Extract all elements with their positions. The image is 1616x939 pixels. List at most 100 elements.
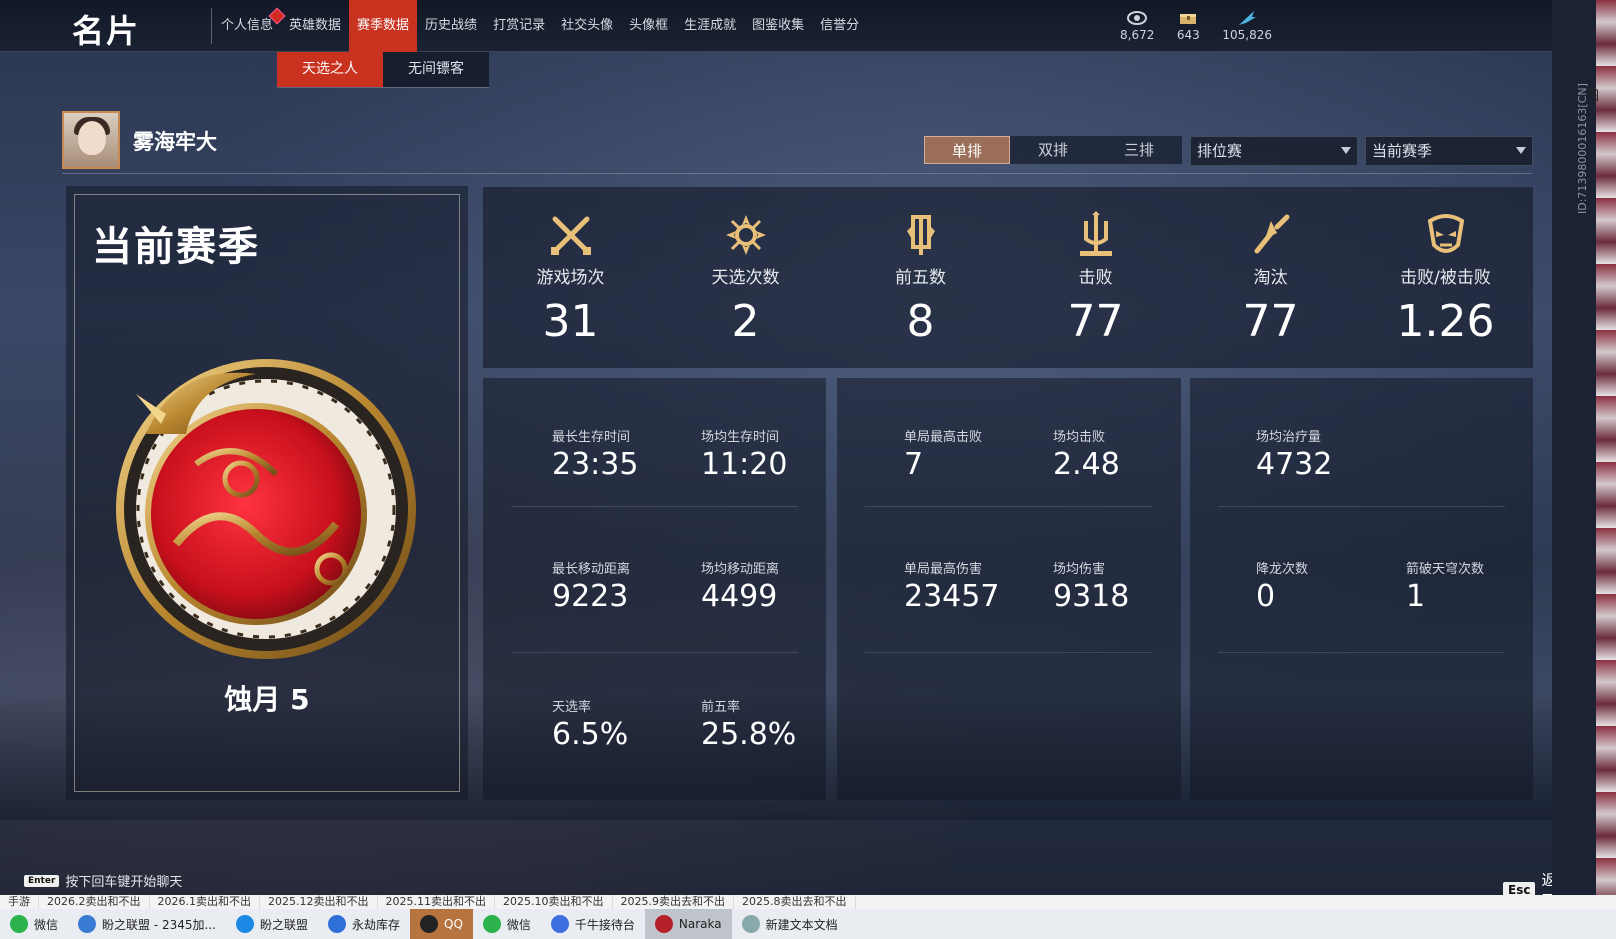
currency-feathers[interactable]: 105,826 [1222, 8, 1272, 42]
stat-label: 天选次数 [711, 268, 780, 288]
stat-kills: 击败 77 [1008, 187, 1183, 368]
taskbar-item[interactable]: 盼之联盟 [226, 909, 318, 939]
bookmark-item[interactable]: 2025.11卖出和不出 [378, 895, 495, 909]
taskbar-item[interactable]: 微信 [0, 909, 68, 939]
stat-value: 77 [1067, 296, 1124, 347]
top-navigation-bar: 名片 个人信息 英雄数据 赛季数据 历史战绩 打赏记录 社交头像 头像框 生涯成… [0, 0, 1552, 52]
stat-max-kills: 单局最高击败 7 [904, 426, 982, 482]
bookmark-item[interactable]: 2025.10卖出和不出 [495, 895, 613, 909]
chat-hint[interactable]: Enter 按下回车键开始聊天 [24, 871, 182, 890]
stat-avg-heal: 场均治疗量 4732 [1256, 426, 1332, 482]
stat-label: 场均生存时间 [701, 430, 780, 445]
taskbar-item[interactable]: 微信 [473, 909, 541, 939]
taskbar-label: 新建文本文档 [765, 917, 838, 932]
stat-value: 11:20 [701, 447, 788, 482]
tab-season-data[interactable]: 赛季数据 [349, 0, 418, 52]
stat-value: 23:35 [552, 447, 639, 482]
season-select[interactable]: 当前赛季 [1365, 136, 1533, 166]
stat-label: 前五率 [701, 700, 741, 715]
divider [211, 8, 212, 44]
currency-value: 105,826 [1222, 28, 1272, 42]
stat-avg-damage: 场均伤害 9318 [1053, 558, 1129, 614]
stat-value: 9318 [1053, 579, 1130, 614]
stat-label: 场均伤害 [1053, 562, 1106, 577]
tab-history[interactable]: 历史战绩 [417, 0, 485, 52]
tab-label: 个人信息 [221, 18, 274, 33]
stat-label: 天选率 [552, 700, 592, 715]
taskbar-item[interactable]: 永劫库存 [318, 909, 410, 939]
bookmark-item[interactable]: 2026.1卖出和不出 [150, 895, 260, 909]
match-type-select[interactable]: 排位赛 [1190, 136, 1358, 166]
subtab-chosen-one[interactable]: 天选之人 [277, 52, 383, 87]
select-value: 当前赛季 [1372, 142, 1433, 160]
tab-personal-info[interactable]: 个人信息 [213, 0, 286, 52]
stat-value: 1.26 [1396, 296, 1495, 347]
survival-stats-panel: 最长生存时间 23:35 场均生存时间 11:20 最长移动距离 9223 场均… [483, 378, 826, 800]
stat-label: 场均治疗量 [1256, 430, 1322, 445]
currency-value: 8,672 [1120, 28, 1155, 42]
stat-value: 77 [1242, 296, 1299, 347]
stat-value: 6.5% [552, 717, 629, 752]
stat-avg-survival: 场均生存时间 11:20 [701, 426, 787, 482]
avatar[interactable] [62, 111, 120, 169]
stat-max-damage: 单局最高伤害 23457 [904, 558, 999, 614]
chat-hint-label: 按下回车键开始聊天 [65, 875, 183, 890]
wechat-icon [482, 915, 501, 933]
stat-label: 单局最高伤害 [904, 562, 983, 577]
game-scene: 名片 个人信息 英雄数据 赛季数据 历史战绩 打赏记录 社交头像 头像框 生涯成… [0, 0, 1552, 895]
taskbar-item[interactable]: Naraka [644, 909, 732, 939]
bookmark-item[interactable]: 2025.8卖出去和不出 [734, 895, 856, 909]
tab-label: 生涯成就 [684, 18, 737, 33]
naraka-icon [654, 915, 673, 933]
player-name: 雾海牢大 [133, 130, 217, 154]
stat-longest-move: 最长移动距离 9223 [552, 558, 630, 614]
bookmark-item[interactable]: 2025.12卖出和不出 [260, 895, 378, 909]
currency-coins[interactable]: 8,672 [1120, 8, 1154, 42]
back-button[interactable]: Esc 返回 [1503, 869, 1552, 895]
taskbar-item[interactable]: 盼之联盟 - 2345加... [68, 909, 226, 939]
divider [865, 506, 1153, 507]
tab-hero-data[interactable]: 英雄数据 [281, 0, 349, 52]
stat-label: 击败/被击败 [1400, 268, 1491, 288]
stat-avg-move: 场均移动距离 4499 [701, 558, 779, 614]
divider [865, 652, 1153, 653]
qianniu-icon [550, 915, 569, 933]
notepad-icon [741, 915, 760, 933]
combat-stats-panel: 单局最高击败 7 场均击败 2.48 单局最高伤害 23457 场均伤害 931… [837, 378, 1181, 800]
tab-avatar-frame[interactable]: 头像框 [621, 0, 676, 52]
tab-credit-score[interactable]: 信誉分 [812, 0, 867, 52]
tab-label: 历史战绩 [425, 18, 478, 33]
wechat-icon [10, 915, 28, 933]
subtab-escort[interactable]: 无间镖客 [383, 52, 489, 87]
tab-social-avatar[interactable]: 社交头像 [553, 0, 621, 52]
browser-icon [235, 915, 254, 933]
app-icon [327, 915, 346, 933]
taskbar-item[interactable]: 新建文本文档 [732, 909, 848, 939]
qq-icon [420, 915, 438, 933]
tab-collection[interactable]: 图鉴收集 [744, 0, 812, 52]
stat-avg-kills: 场均击败 2.48 [1053, 426, 1120, 482]
bookmark-item[interactable]: 2025.9卖出去和不出 [613, 895, 734, 909]
mode-subtabs: 天选之人 无间镖客 [277, 52, 489, 88]
bookmark-item[interactable]: 手游 [0, 895, 39, 909]
page-title: 名片 [72, 12, 141, 50]
stat-label: 淘汰 [1253, 268, 1288, 288]
tab-achievements[interactable]: 生涯成就 [676, 0, 744, 52]
taskbar-item[interactable]: 千牛接待台 [541, 909, 645, 939]
currency-value: 643 [1176, 28, 1200, 42]
stat-value: 1 [1406, 579, 1426, 614]
tab-trio[interactable]: 三排 [1096, 136, 1182, 164]
support-stats-panel: 场均治疗量 4732 降龙次数 0 箭破天穹次数 1 [1190, 378, 1533, 800]
demon-mask-icon [1427, 214, 1464, 253]
bookmark-item[interactable]: 2026.2卖出和不出 [39, 895, 150, 909]
tab-solo[interactable]: 单排 [924, 136, 1010, 164]
currency-chests[interactable]: 643 [1176, 8, 1200, 42]
trident-icon [1079, 211, 1112, 256]
tab-tip-records[interactable]: 打赏记录 [485, 0, 553, 52]
taskbar-label: 盼之联盟 [259, 917, 308, 932]
tab-duo[interactable]: 双排 [1010, 136, 1096, 164]
coin-icon [1125, 8, 1149, 28]
tab-label: 打赏记录 [493, 18, 546, 33]
divider [62, 173, 1532, 174]
taskbar-item[interactable]: QQ [410, 909, 473, 939]
